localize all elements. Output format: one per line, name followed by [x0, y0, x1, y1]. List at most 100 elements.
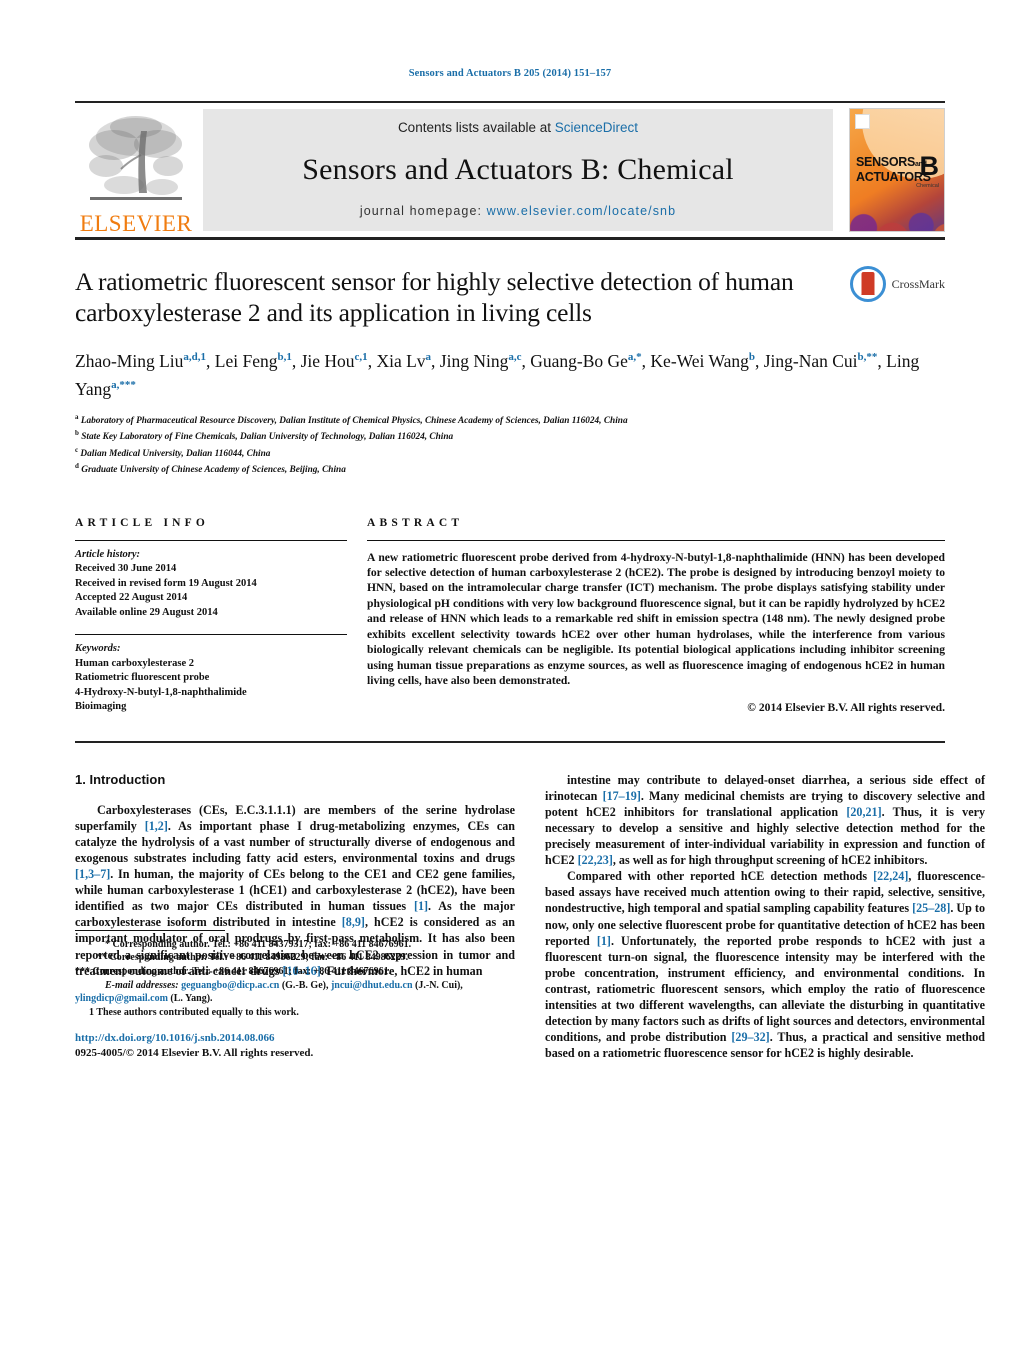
keyword-item: 4-Hydroxy-N-butyl-1,8-naphthalimide [75, 686, 247, 698]
author-name: Jing-Nan Cui [763, 350, 858, 371]
citation-link[interactable]: [29–32] [731, 1030, 769, 1044]
sciencedirect-link[interactable]: ScienceDirect [555, 120, 638, 135]
citation-link[interactable]: [17–19] [603, 789, 641, 803]
article-info-column: ARTICLE INFO Article history: Received 3… [75, 517, 347, 715]
affiliation-item: c Dalian Medical University, Dalian 1160… [75, 444, 945, 461]
author-affiliation-marker: a,c [508, 351, 522, 363]
citation-link[interactable]: [8,9] [342, 915, 365, 929]
cover-series-letter: B [919, 151, 940, 181]
author-name: Ke-Wei Wang [650, 350, 749, 371]
abstract-column: ABSTRACT A new ratiometric fluorescent p… [367, 517, 945, 715]
elsevier-tree-icon [89, 116, 183, 200]
article-info-heading: ARTICLE INFO [75, 516, 210, 529]
journal-homepage-line: journal homepage: www.elsevier.com/locat… [360, 204, 676, 218]
cover-line1: SENSORS [856, 155, 916, 169]
keywords-block: Keywords: Human carboxylesterase 2 Ratiom… [75, 635, 347, 715]
doi-link[interactable]: http://dx.doi.org/10.1016/j.snb.2014.08.… [75, 1031, 515, 1046]
title-block: A ratiometric fluorescent sensor for hig… [75, 240, 945, 477]
author-name: Zhao-Ming Liu [75, 350, 184, 371]
cover-splash-graphic [850, 187, 944, 231]
article-history-item: Available online 29 August 2014 [75, 606, 218, 618]
keyword-item: Bioimaging [75, 701, 127, 713]
citation-link[interactable]: [1] [414, 899, 428, 913]
citation-link[interactable]: [1,3–7] [75, 867, 110, 881]
email-label: E-mail addresses: [105, 979, 179, 991]
author-affiliation-marker: c,1 [354, 351, 368, 363]
footnote-corresponding-2: ** Corresponding author. Tel.: +86 411 8… [97, 952, 409, 964]
author-affiliation-marker: a,* [627, 351, 642, 363]
journal-cover-image[interactable]: SENSORSand ACTUATORS B Chemical [849, 108, 945, 232]
article-history-item: Received in revised form 19 August 2014 [75, 577, 257, 589]
body-columns: 1. Introduction Carboxylesterases (CEs, … [75, 772, 985, 1062]
cover-elsevier-mini-logo [855, 114, 870, 129]
author-affiliation-marker: a,d,1 [183, 351, 207, 363]
article-history-item: Accepted 22 August 2014 [75, 592, 188, 604]
affiliation-item: a Laboratory of Pharmaceutical Resource … [75, 411, 945, 428]
author-name: Jie Hou [300, 350, 355, 371]
section-heading-introduction: 1. Introduction [75, 771, 166, 787]
citation-link[interactable]: [20,21] [846, 805, 881, 819]
email-link-3[interactable]: ylingdicp@gmail.com [75, 993, 168, 1004]
author-name: Guang-Bo Ge [530, 350, 628, 371]
abstract-text: A new ratiometric fluorescent probe deri… [367, 550, 945, 687]
email-owner-2: (J.-N. Cui), [415, 979, 463, 991]
citation-link[interactable]: [1] [597, 934, 611, 948]
homepage-url-link[interactable]: www.elsevier.com/locate/snb [487, 204, 677, 218]
keyword-item: Ratiometric fluorescent probe [75, 672, 210, 684]
citation-link[interactable]: [1,2] [145, 819, 168, 833]
author-separator: , [877, 350, 887, 371]
affiliation-text: Laboratory of Pharmaceutical Resource Di… [78, 415, 628, 426]
cover-series-sub: Chemical [916, 183, 939, 189]
journal-cover-container: SENSORSand ACTUATORS B Chemical [841, 103, 945, 237]
elsevier-logo[interactable]: ELSEVIER [75, 103, 197, 237]
footnote-corresponding-1: * Corresponding author. Tel.: +86 411 84… [105, 938, 412, 950]
email-owner-1: (G.-B. Ge), [281, 979, 329, 991]
abstract-heading: ABSTRACT [367, 516, 464, 529]
affiliation-item: d Graduate University of Chinese Academy… [75, 460, 945, 477]
article-history-label: Article history: [75, 548, 141, 560]
homepage-label: journal homepage: [359, 204, 483, 218]
affiliation-text: Dalian Medical University, Dalian 116044… [78, 448, 271, 459]
author-separator: , [291, 350, 301, 371]
footnote-rule [75, 929, 225, 931]
keywords-label: Keywords: [75, 643, 121, 655]
affiliation-list: a Laboratory of Pharmaceutical Resource … [75, 411, 945, 477]
article-history-lines: Received 30 June 2014 Received in revised… [75, 562, 347, 620]
citation-link[interactable]: [25–28] [912, 901, 950, 915]
crossmark-badge[interactable]: CrossMark [849, 266, 945, 302]
affiliation-text: Graduate University of Chinese Academy o… [78, 465, 346, 476]
email-link-2[interactable]: jncui@dhut.edu.cn [331, 980, 413, 991]
body-column-right: intestine may contribute to delayed-onse… [545, 772, 985, 1062]
citation-link[interactable]: [22,23] [578, 853, 613, 867]
body-column-left: 1. Introduction Carboxylesterases (CEs, … [75, 772, 515, 1062]
author-affiliation-marker: b,1 [277, 351, 292, 363]
masthead-center: Contents lists available at ScienceDirec… [203, 109, 833, 231]
author-list: Zhao-Ming Liua,d,1, Lei Fengb,1, Jie Hou… [75, 345, 945, 401]
affiliation-text: State Key Laboratory of Fine Chemicals, … [78, 432, 454, 443]
article-page: Sensors and Actuators B 205 (2014) 151–1… [0, 0, 1020, 1351]
abstract-copyright: © 2014 Elsevier B.V. All rights reserved… [747, 701, 945, 715]
author-name: Xia Lv [376, 350, 426, 371]
keywords-lines: Human carboxylesterase 2 Ratiometric fluo… [75, 657, 347, 715]
journal-title: Sensors and Actuators B: Chemical [302, 152, 734, 186]
footnote-block: * Corresponding author. Tel.: +86 411 84… [75, 929, 515, 1062]
keyword-item: Human carboxylesterase 2 [75, 657, 194, 669]
footnote-equal-contribution: 1 These authors contributed equally to t… [89, 1006, 299, 1018]
crossmark-label: CrossMark [891, 276, 945, 291]
author-separator: , [431, 350, 440, 371]
author-name: Jing Ning [439, 350, 509, 371]
body-paragraph: Compared with other reported hCE detecti… [545, 869, 986, 1061]
footnote-corresponding-3: *** Corresponding author. Tel.: +86 411 … [75, 965, 392, 977]
author-affiliation-marker: a,*** [111, 378, 136, 391]
email-owner-3: (L. Yang). [170, 993, 213, 1005]
author-separator: , [206, 350, 215, 371]
crossmark-icon [849, 266, 886, 302]
contents-prefix: Contents lists available at [397, 120, 555, 135]
email-link-1[interactable]: geguangbo@dicp.ac.cn [181, 980, 279, 991]
citation-link[interactable]: [22,24] [873, 869, 908, 883]
footnote-emails: E-mail addresses: geguangbo@dicp.ac.cn (… [75, 979, 515, 1006]
journal-masthead: ELSEVIER Contents lists available at Sci… [75, 103, 945, 237]
affiliation-item: b State Key Laboratory of Fine Chemicals… [75, 427, 945, 444]
intro-right-paragraphs: intestine may contribute to delayed-onse… [545, 772, 985, 1062]
page-title: A ratiometric fluorescent sensor for hig… [75, 267, 794, 327]
